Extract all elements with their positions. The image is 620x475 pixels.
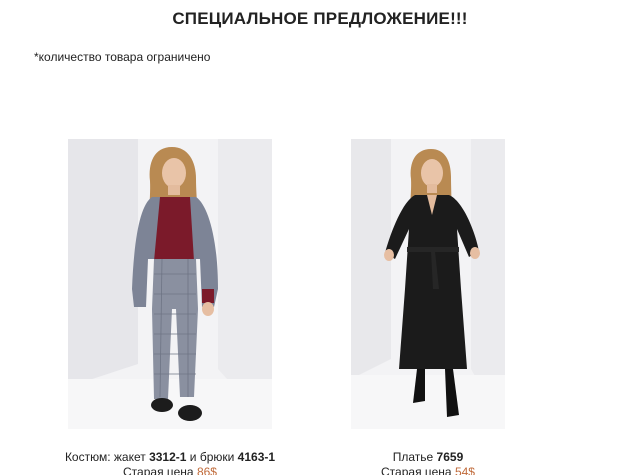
product-name-prefix: Платье bbox=[392, 450, 437, 464]
product-code-jacket: 3312-1 bbox=[149, 450, 187, 464]
email-page: СПЕЦИАЛЬНОЕ ПРЕДЛОЖЕНИЕ!!! *количество т… bbox=[0, 0, 620, 475]
price-value: 54$ bbox=[454, 465, 475, 475]
product-photo-dress[interactable] bbox=[351, 139, 505, 429]
old-price-suit: Старая цена 86$ bbox=[54, 465, 286, 475]
product-name-dress[interactable]: Платье 7659 bbox=[343, 450, 513, 465]
product-photo-suit[interactable] bbox=[68, 139, 272, 429]
price-label: Старая цена bbox=[123, 465, 197, 475]
price-label: Старая цена bbox=[381, 465, 455, 475]
product-name-suit[interactable]: Костюм: жакет 3312-1 и брюки 4163-1 bbox=[54, 450, 286, 465]
model-in-plaid-suit-photo bbox=[68, 139, 272, 429]
page-title: СПЕЦИАЛЬНОЕ ПРЕДЛОЖЕНИЕ!!! bbox=[172, 9, 468, 28]
product-card-dress[interactable]: Платье 7659 Старая цена 54$ bbox=[343, 139, 513, 475]
old-price-dress: Старая цена 54$ bbox=[343, 465, 513, 475]
product-code-trousers: 4163-1 bbox=[237, 450, 276, 464]
product-name-mid: и брюки bbox=[186, 450, 238, 464]
product-code-dress: 7659 bbox=[436, 450, 464, 464]
model-in-black-dress-photo bbox=[351, 139, 505, 429]
limited-stock-note: *количество товара ограничено bbox=[34, 50, 211, 64]
price-value: 86$ bbox=[196, 465, 217, 475]
product-name-prefix: Костюм: жакет bbox=[64, 450, 150, 464]
product-card-suit[interactable]: Костюм: жакет 3312-1 и брюки 4163-1 Стар… bbox=[54, 139, 286, 475]
